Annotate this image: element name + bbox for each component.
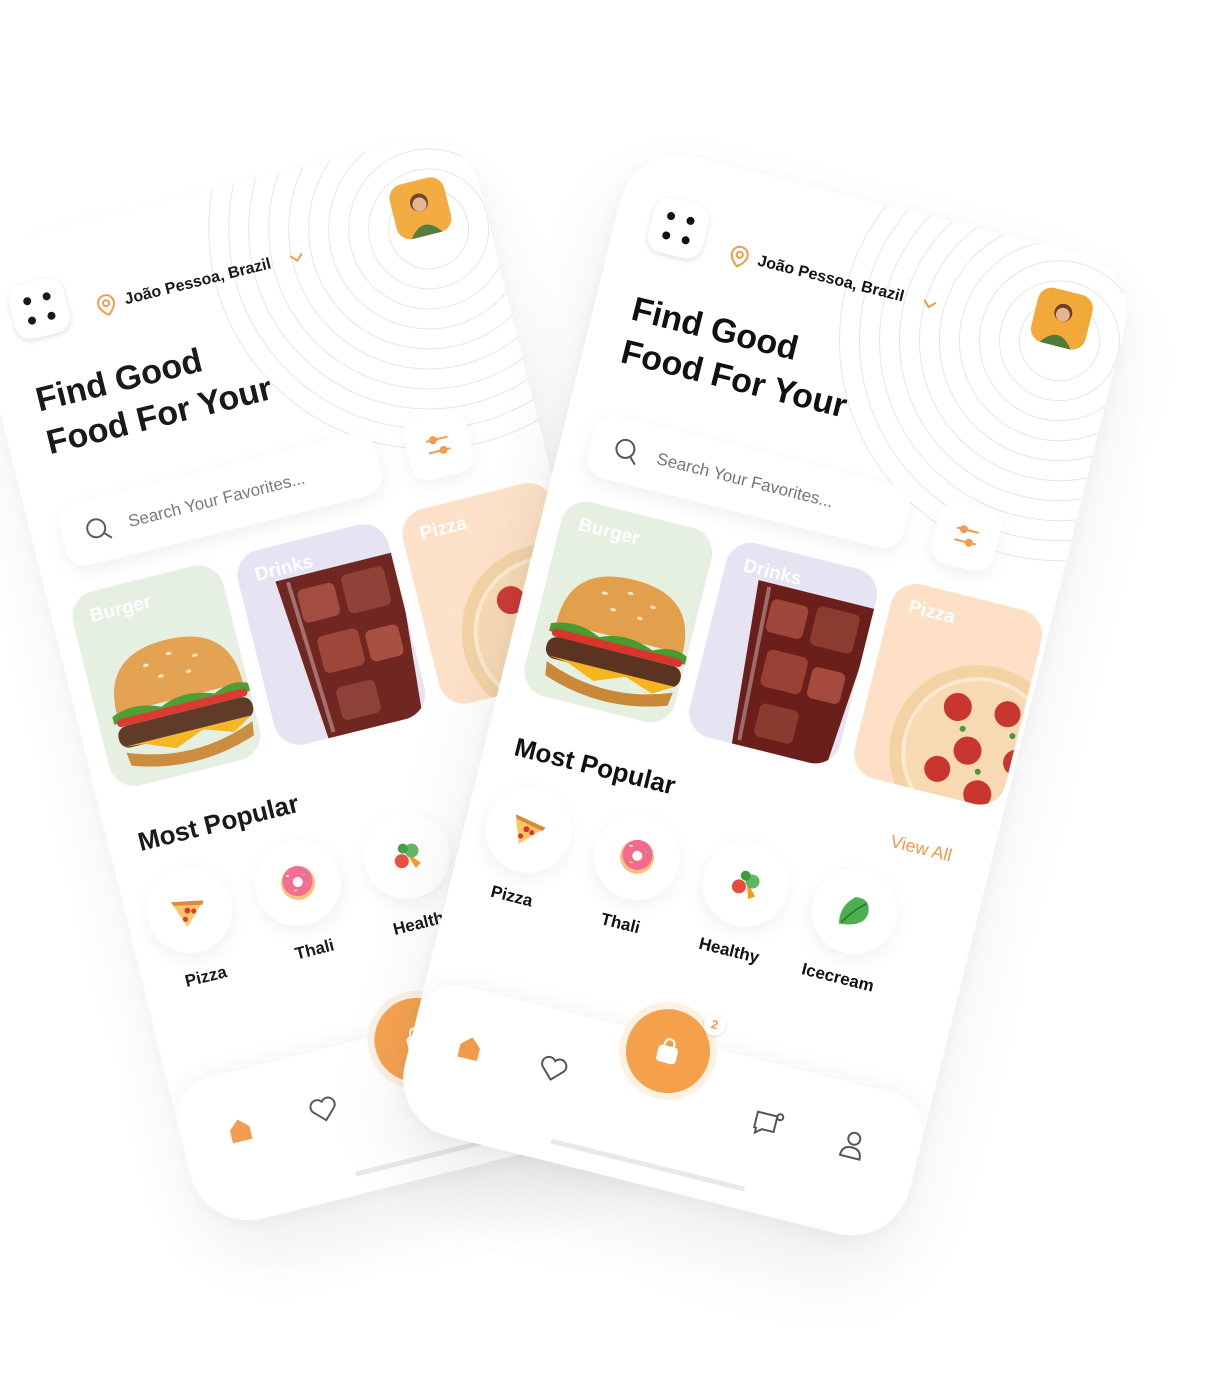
heart-icon[interactable] bbox=[535, 1052, 571, 1086]
menu-button[interactable] bbox=[644, 194, 713, 263]
popular-item-thali[interactable]: Thali bbox=[576, 804, 690, 944]
popular-list: Pizza Thali Heal bbox=[468, 777, 907, 998]
search-icon bbox=[86, 518, 113, 539]
location-pin-icon bbox=[730, 245, 749, 268]
menu-button[interactable] bbox=[5, 274, 74, 343]
view-all-link[interactable]: View All bbox=[888, 831, 954, 867]
donut-icon bbox=[620, 839, 655, 874]
cart-count-badge: 2 bbox=[701, 1011, 729, 1038]
sliders-icon bbox=[954, 525, 979, 547]
popular-item-icecream[interactable]: Icecream bbox=[794, 858, 907, 998]
burger-image bbox=[97, 622, 264, 779]
donut-icon bbox=[281, 865, 316, 900]
bottom-nav: 2 bbox=[390, 976, 932, 1248]
popular-item-thali[interactable]: Thali bbox=[245, 830, 359, 970]
sliders-icon bbox=[425, 435, 451, 455]
contour-lines-decoration bbox=[166, 127, 604, 497]
popular-item-healthy[interactable]: Healthy bbox=[685, 831, 798, 971]
vegetables-icon bbox=[731, 870, 760, 899]
popular-item-pizza[interactable]: Pizza bbox=[137, 857, 250, 997]
chevron-down-icon bbox=[289, 252, 303, 262]
profile-icon[interactable] bbox=[836, 1127, 870, 1163]
search-icon bbox=[615, 438, 636, 466]
lettuce-icon bbox=[838, 896, 869, 925]
vegetables-icon bbox=[394, 843, 421, 869]
location-pin-icon bbox=[97, 294, 116, 317]
popular-item-pizza[interactable]: Pizza bbox=[468, 777, 581, 917]
shopping-bag-icon bbox=[656, 1038, 679, 1065]
burger-image bbox=[535, 562, 702, 719]
category-card-pizza[interactable]: Pizza bbox=[848, 578, 1048, 811]
chat-icon[interactable] bbox=[748, 1105, 786, 1142]
home-indicator bbox=[550, 1138, 746, 1192]
home-icon[interactable] bbox=[453, 1031, 487, 1065]
pizza-slice-icon bbox=[515, 814, 546, 844]
cart-button[interactable]: 2 bbox=[617, 1000, 729, 1103]
pizza-slice-icon bbox=[170, 900, 204, 928]
drink-glass-image bbox=[273, 549, 431, 749]
search-input[interactable] bbox=[124, 453, 367, 534]
category-card-burger[interactable]: Burger bbox=[67, 559, 266, 792]
heart-icon[interactable] bbox=[306, 1092, 342, 1126]
home-icon[interactable] bbox=[223, 1113, 257, 1147]
category-card-drinks[interactable]: Drinks bbox=[683, 537, 883, 769]
category-card-burger[interactable]: Burger bbox=[518, 496, 718, 728]
pizza-image bbox=[870, 646, 1048, 811]
category-card-drinks[interactable]: Drinks bbox=[232, 518, 431, 751]
chevron-down-icon bbox=[923, 298, 937, 309]
